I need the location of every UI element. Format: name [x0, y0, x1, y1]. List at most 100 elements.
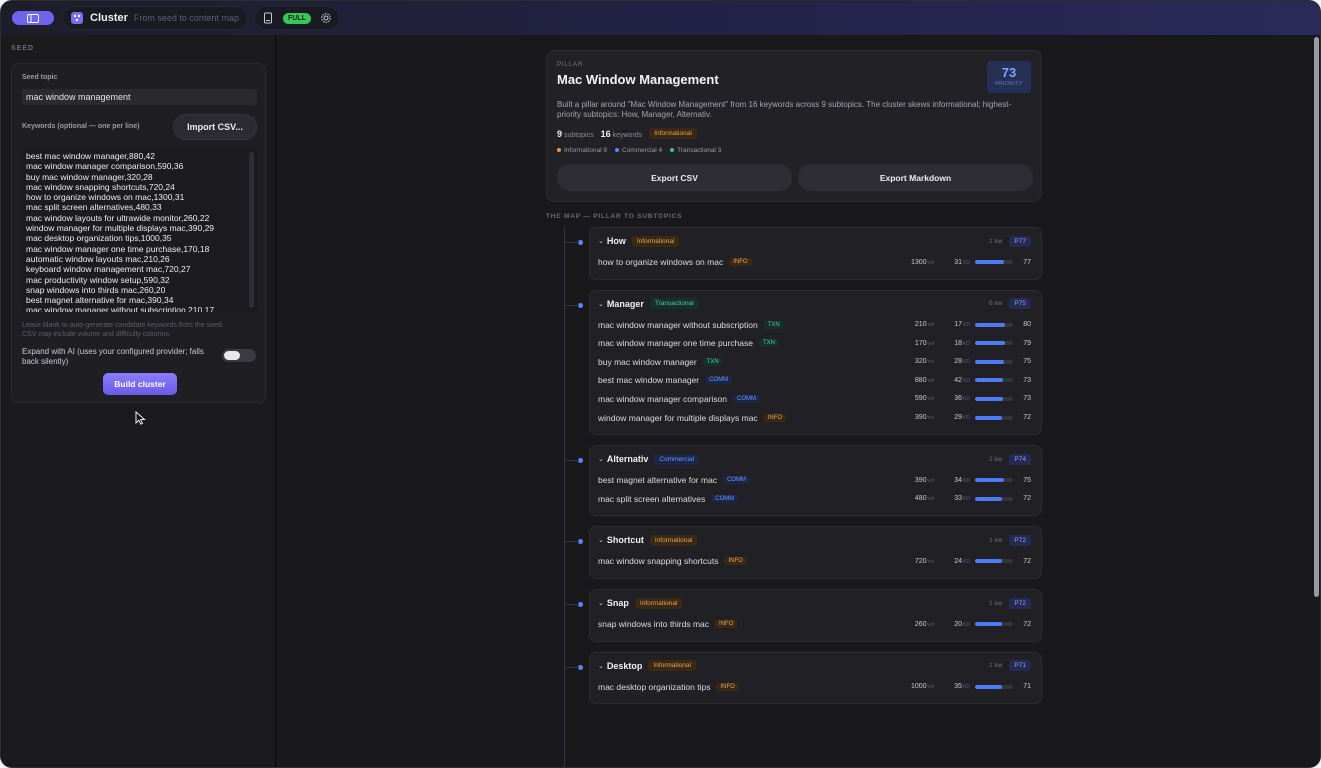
kd-unit: KD	[963, 340, 970, 347]
chevron-down-icon[interactable]: ⌄	[598, 536, 604, 544]
intent-badge: Informational	[631, 235, 680, 247]
intent-tag: TXN	[702, 357, 723, 366]
subtopic-header[interactable]: ⌄ Desktop Informational 1 kw P71	[598, 660, 1031, 672]
score-value: 75	[1023, 476, 1031, 484]
export-csv-button[interactable]: Export CSV	[557, 164, 792, 191]
intent-tag: INFO	[729, 258, 752, 266]
sidebar-toggle-button[interactable]	[12, 11, 54, 25]
keyword-count: 1 kw	[989, 536, 1003, 544]
keyword-metrics: 390vol 29KD 72	[902, 414, 1031, 421]
expand-ai-toggle[interactable]	[222, 349, 256, 362]
subtopic-header[interactable]: ⌄ Alternativ Commercial 2 kw P74	[598, 453, 1031, 465]
legend-item: Transactional 3	[670, 147, 721, 154]
keywords-textarea[interactable]: best mac window manager,880,42 mac window…	[22, 148, 257, 312]
intent-badge: Informational	[634, 597, 683, 609]
score-value: 77	[1023, 258, 1031, 266]
subtopic-header[interactable]: ⌄ Manager Transactional 6 kw P75	[598, 298, 1031, 310]
gear-icon[interactable]	[319, 11, 333, 25]
toggle-knob	[224, 351, 240, 360]
chevron-down-icon[interactable]: ⌄	[598, 455, 604, 463]
intent-tag: COMM	[711, 494, 739, 503]
keywords-scrollbar[interactable]	[249, 152, 254, 308]
keyword-line: keyboard window management mac,720,27	[26, 264, 191, 275]
keyword-row[interactable]: best magnet alternative for mac COMM 390vo…	[598, 474, 1031, 486]
keyword-row[interactable]: snap windows into thirds mac INFO 260vol 20…	[598, 618, 1031, 630]
chevron-down-icon[interactable]: ⌄	[598, 599, 604, 607]
intent-tag: TXN	[763, 320, 784, 329]
keyword-count: 2 kw	[989, 455, 1003, 463]
kd-value: 28KD	[954, 358, 970, 366]
intent-tag: COMM	[732, 394, 760, 403]
map-panel: PILLAR Mac Window Management 73 PRIORITY…	[279, 35, 1320, 767]
keyword-row[interactable]: buy mac window manager TXN 320vol 28KD 75	[598, 356, 1031, 368]
keyword-text: mac window snapping shortcuts	[598, 556, 719, 567]
keyword-line: best mac window manager,880,42	[26, 151, 155, 161]
mode-badge[interactable]: FULL	[282, 12, 311, 24]
intent-badge: Informational	[649, 534, 698, 546]
document-icon[interactable]	[261, 11, 275, 25]
build-cluster-button[interactable]: Build cluster	[103, 373, 177, 395]
app-name: Cluster	[90, 12, 128, 24]
keyword-text: mac split screen alternatives	[598, 493, 706, 504]
keyword-row[interactable]: mac window manager comparison COMM 590vol 3…	[598, 393, 1031, 405]
keyword-text: mac window manager one time purchase	[598, 338, 753, 349]
keywords-label: Keywords (optional — one per line)	[22, 123, 140, 130]
priority-badge: P72	[1009, 534, 1031, 546]
score-bar-fill	[975, 260, 1005, 264]
chevron-down-icon[interactable]: ⌄	[598, 662, 604, 670]
intent-badge: Informational	[648, 660, 696, 672]
keyword-line: window manager for multiple displays mac…	[26, 223, 215, 234]
keyword-row[interactable]: window manager for multiple displays mac…	[598, 412, 1031, 424]
app-window: Cluster From seed to content map FULL SE…	[0, 0, 1321, 768]
pointer-cursor-icon	[135, 411, 146, 425]
seed-topic-label: Seed topic	[22, 74, 58, 81]
app-subtitle: From seed to content map	[133, 13, 239, 23]
seed-topic-input[interactable]: mac window management	[22, 89, 257, 105]
keyword-metrics: 590vol 36KD 73	[902, 395, 1031, 402]
subtopic-card: ⌄ Shortcut Informational 1 kw P72 mac window …	[589, 526, 1042, 579]
keyword-row[interactable]: mac window snapping shortcuts INFO 720vol 2…	[598, 555, 1031, 567]
kd-value: 35KD	[954, 683, 970, 691]
keyword-row[interactable]: best mac window manager COMM 880vol 42KD 73	[598, 374, 1031, 386]
subtopic-header[interactable]: ⌄ How Informational 1 kw P77	[598, 235, 1031, 247]
keyword-row[interactable]: mac split screen alternatives COMM 480vol 3…	[598, 493, 1031, 505]
volume-value: 590vol	[914, 395, 934, 403]
keyword-row[interactable]: mac window manager one time purchase TXN 1…	[598, 337, 1031, 349]
keyword-row[interactable]: mac window manager without subscription T…	[598, 319, 1031, 331]
keyword-text: best mac window manager	[598, 375, 700, 386]
legend-item: Informational 9	[557, 147, 607, 154]
keyword-line: automatic window layouts mac,210,26	[26, 253, 170, 264]
score-bar	[975, 341, 1013, 346]
keyword-row[interactable]: how to organize windows on mac INFO 1300vo…	[598, 256, 1031, 268]
keyword-text: snap windows into thirds mac	[598, 619, 710, 629]
volume-value: 1000vol	[911, 683, 934, 691]
kd-unit: KD	[963, 377, 970, 384]
score-value: 72	[1023, 495, 1031, 503]
chevron-down-icon[interactable]: ⌄	[598, 300, 604, 308]
keyword-text: mac desktop organization tips	[598, 681, 711, 692]
import-csv-button[interactable]: Import CSV...	[173, 114, 257, 140]
keyword-row[interactable]: mac desktop organization tips INFO 1000vol…	[598, 681, 1031, 693]
score-bar	[975, 559, 1013, 564]
score-bar-fill	[975, 341, 1006, 346]
score-bar-fill	[975, 415, 1003, 420]
subtopic-header[interactable]: ⌄ Shortcut Informational 1 kw P72	[598, 534, 1031, 546]
pillar-description: Built a pillar around "Mac Window Manage…	[557, 100, 1012, 119]
intent-tag: INFO	[763, 413, 787, 422]
subtopic-card: ⌄ Snap Informational 1 kw P72 snap windows in…	[589, 589, 1042, 642]
subtopic-card: ⌄ How Informational 1 kw P77 how to organize …	[589, 227, 1042, 280]
kd-unit: KD	[963, 496, 970, 503]
keyword-count: 1 kw	[989, 662, 1003, 670]
timeline-connector	[564, 460, 579, 462]
score-bar	[975, 684, 1013, 689]
keyword-line: mac split screen alternatives,480,33	[26, 202, 162, 213]
export-markdown-button[interactable]: Export Markdown	[798, 164, 1033, 191]
volume-value: 260vol	[914, 620, 934, 628]
keyword-metrics: 210vol 17KD 80	[902, 321, 1031, 328]
subtopic-header[interactable]: ⌄ Snap Informational 1 kw P72	[598, 597, 1031, 609]
legend-dot	[557, 148, 561, 153]
chevron-down-icon[interactable]: ⌄	[598, 237, 604, 245]
main-scrollbar[interactable]	[1314, 37, 1319, 597]
keyword-text: mac window manager without subscription	[598, 319, 758, 330]
timeline-connector	[564, 242, 579, 243]
